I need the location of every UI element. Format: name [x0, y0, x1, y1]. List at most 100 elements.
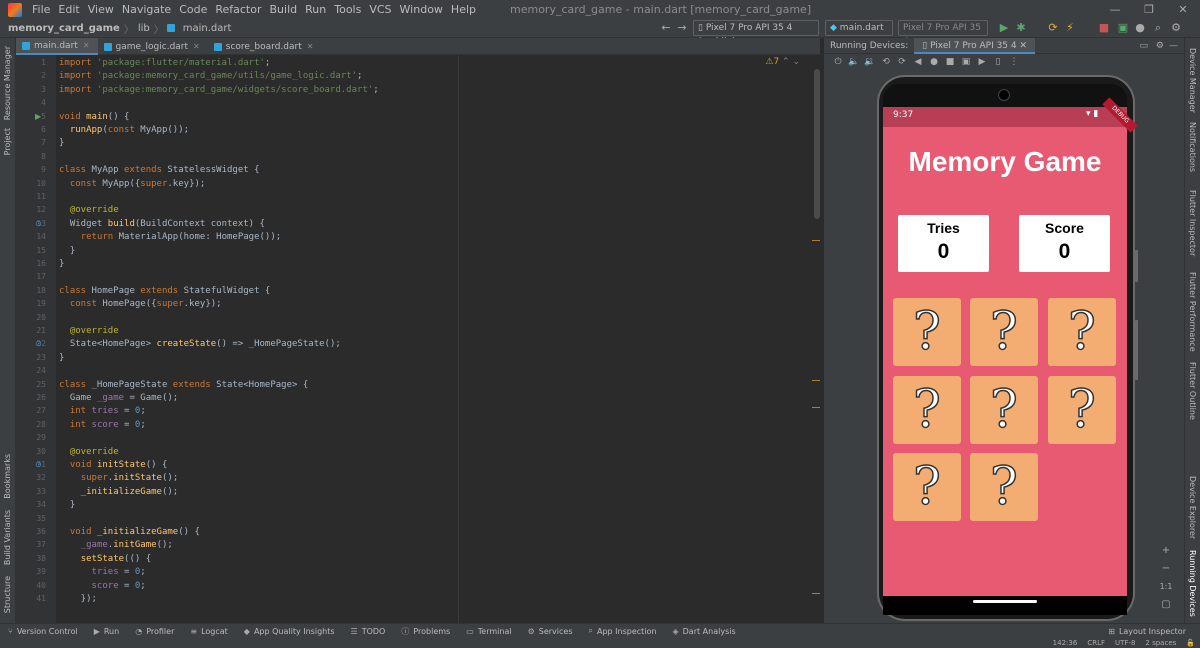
lock-icon[interactable]: 🔓 — [1181, 639, 1200, 647]
tool-todo[interactable]: ☰ TODO — [343, 627, 394, 636]
tool-notifications[interactable]: Notifications — [1188, 122, 1197, 172]
memory-card[interactable]: ? — [1048, 298, 1116, 366]
maximize-icon[interactable]: ❐ — [1132, 0, 1166, 19]
phone-volume-button[interactable] — [1135, 320, 1138, 380]
scroll-marker[interactable] — [812, 240, 820, 241]
memory-card[interactable]: ? — [970, 298, 1038, 366]
tool-build-variants[interactable]: Build Variants — [3, 510, 12, 565]
back-arrow-icon[interactable]: ← — [660, 22, 672, 34]
menu-file[interactable]: File — [28, 3, 54, 16]
run-config-selector[interactable]: ◆ main.dart ▾ — [825, 20, 893, 47]
fit-screen-icon[interactable]: ▢ — [1158, 596, 1174, 614]
line-separator[interactable]: CRLF — [1082, 639, 1110, 647]
settings-icon[interactable]: ⚙ — [1170, 22, 1182, 34]
volume-up-icon[interactable]: 🔈 — [846, 57, 862, 67]
memory-card[interactable]: ? — [1048, 376, 1116, 444]
run-gutter-icon[interactable]: ▶ — [35, 112, 41, 121]
tool-logcat[interactable]: ≡ Logcat — [182, 627, 235, 636]
breadcrumb-file[interactable]: main.dart — [179, 23, 236, 34]
override-gutter-icon[interactable]: ⊙ — [35, 219, 42, 228]
home-gesture-bar[interactable] — [973, 600, 1037, 603]
minimize-icon[interactable]: — — [1098, 0, 1132, 19]
scroll-marker[interactable] — [812, 407, 820, 408]
editor-scrollbar[interactable] — [814, 69, 820, 219]
close-icon[interactable]: ✕ — [1166, 0, 1200, 19]
code-editor[interactable]: ⚠7 ⌃ ⌄ import 'package:flutter/material.… — [56, 55, 820, 623]
memory-card[interactable]: ? — [893, 298, 961, 366]
tool-dart-analysis[interactable]: ◈ Dart Analysis — [664, 627, 743, 636]
breadcrumb-lib[interactable]: lib — [134, 23, 154, 34]
tool-project[interactable]: Project — [3, 128, 12, 155]
menu-build[interactable]: Build — [266, 3, 302, 16]
tool-services[interactable]: ⚙ Services — [520, 627, 581, 636]
settings-icon[interactable]: ⚙ — [1156, 41, 1164, 51]
memory-card[interactable]: ? — [893, 376, 961, 444]
running-device-tab[interactable]: ▯ Pixel 7 Pro API 35 4 ✕ — [914, 37, 1036, 54]
tool-running-devices[interactable]: Running Devices — [1188, 550, 1197, 617]
breadcrumb-project[interactable]: memory_card_game — [4, 23, 124, 34]
stop-icon[interactable]: ■ — [1098, 22, 1110, 34]
override-gutter-icon[interactable]: ⊙ — [35, 339, 42, 348]
tab-main-dart[interactable]: main.dart ✕ — [16, 38, 98, 55]
zoom-out-icon[interactable]: − — [1158, 560, 1174, 578]
cursor-position[interactable]: 142:36 — [1048, 639, 1083, 647]
tool-resource-manager[interactable]: Resource Manager — [3, 46, 12, 120]
memory-card[interactable]: ? — [970, 453, 1038, 521]
memory-card[interactable]: ? — [893, 453, 961, 521]
menu-help[interactable]: Help — [447, 3, 480, 16]
menu-refactor[interactable]: Refactor — [211, 3, 265, 16]
back-icon[interactable]: ◀ — [910, 57, 926, 67]
indent-setting[interactable]: 2 spaces — [1140, 639, 1181, 647]
menu-tools[interactable]: Tools — [330, 3, 365, 16]
more-icon[interactable]: ⋮ — [1006, 57, 1022, 67]
power-icon[interactable]: ⏻ — [830, 57, 846, 67]
rotate-left-icon[interactable]: ⟲ — [878, 57, 894, 67]
menu-view[interactable]: View — [84, 3, 118, 16]
hot-reload-icon[interactable]: ⟳ — [1047, 22, 1059, 34]
phone-power-button[interactable] — [1135, 250, 1138, 282]
zoom-in-icon[interactable]: + — [1158, 542, 1174, 560]
tool-flutter-inspector[interactable]: Flutter Inspector — [1188, 190, 1197, 256]
tab-score-board-dart[interactable]: score_board.dart ✕ — [208, 38, 322, 55]
run-icon[interactable]: ▶ — [998, 22, 1010, 34]
menu-navigate[interactable]: Navigate — [118, 3, 175, 16]
profile-icon[interactable]: ● — [1134, 22, 1146, 34]
tool-layout-inspector[interactable]: ⊞ Layout Inspector — [1100, 627, 1194, 636]
close-tab-icon[interactable]: ✕ — [307, 42, 314, 51]
tool-device-manager[interactable]: Device Manager — [1188, 48, 1197, 113]
target-device-selector[interactable]: Pixel 7 Pro API 35 4 ▾ — [898, 20, 988, 47]
forward-arrow-icon[interactable]: → — [676, 22, 688, 34]
tool-run[interactable]: ▶ Run — [86, 627, 128, 636]
override-gutter-icon[interactable]: ⊙ — [35, 460, 42, 469]
tool-version-control[interactable]: ⑂ Version Control — [0, 627, 86, 636]
tool-problems[interactable]: ⓘ Problems — [393, 626, 458, 637]
close-tab-icon[interactable]: ✕ — [193, 42, 200, 51]
screen-record-icon[interactable]: ▶ — [974, 57, 990, 67]
tool-flutter-outline[interactable]: Flutter Outline — [1188, 362, 1197, 420]
close-tab-icon[interactable]: ✕ — [1020, 41, 1028, 51]
menu-run[interactable]: Run — [301, 3, 330, 16]
tool-app-inspection[interactable]: ⌕ App Inspection — [581, 626, 665, 636]
device-manager-icon[interactable]: ▣ — [1117, 22, 1129, 34]
menu-code[interactable]: Code — [175, 3, 211, 16]
tool-terminal[interactable]: ▭ Terminal — [458, 627, 519, 636]
fold-icon[interactable]: ▯ — [990, 57, 1006, 67]
zoom-actual-size[interactable]: 1:1 — [1158, 578, 1174, 596]
file-encoding[interactable]: UTF-8 — [1110, 639, 1140, 647]
tool-profiler[interactable]: ◔ Profiler — [127, 627, 182, 636]
search-icon[interactable]: ⌕ — [1152, 22, 1164, 34]
tool-flutter-performance[interactable]: Flutter Performance — [1188, 272, 1197, 352]
rotate-right-icon[interactable]: ⟳ — [894, 57, 910, 67]
menu-vcs[interactable]: VCS — [365, 3, 395, 16]
overview-icon[interactable]: ■ — [942, 57, 958, 67]
debug-icon[interactable]: ✱ — [1015, 22, 1027, 34]
layout-icon[interactable]: ▭ — [1139, 41, 1148, 51]
tab-game-logic-dart[interactable]: game_logic.dart ✕ — [98, 38, 208, 55]
home-icon[interactable]: ● — [926, 57, 942, 67]
tool-device-explorer[interactable]: Device Explorer — [1188, 476, 1197, 539]
warning-indicator[interactable]: ⚠7 ⌃ ⌄ — [765, 57, 800, 67]
minimize-panel-icon[interactable]: — — [1169, 41, 1178, 51]
line-number-gutter[interactable]: 1 2 3 4 5 6 7 8 9 10 11 12 13 14 15 16 17 18 19 20 21 22 23 24 2… — [16, 55, 56, 623]
tool-app-quality-insights[interactable]: ◆ App Quality Insights — [236, 627, 343, 636]
device-selector[interactable]: ▯ Pixel 7 Pro API 35 4 (mobile) ▾ — [693, 20, 819, 47]
